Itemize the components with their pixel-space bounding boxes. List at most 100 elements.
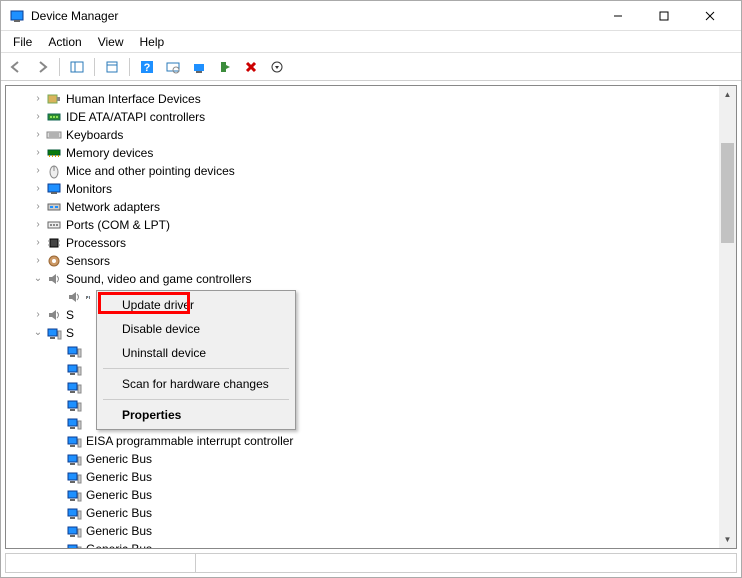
ide-icon [46,109,62,125]
sys-icon [66,397,82,413]
tree-node[interactable]: ›Mice and other pointing devices [6,162,719,180]
ctx-uninstall-device[interactable]: Uninstall device [99,341,293,365]
snd-icon [46,307,62,323]
tree-node[interactable]: › Keyboards [6,126,719,144]
ctx-separator [103,368,289,369]
tree-node-label [86,296,90,298]
scroll-track[interactable] [719,103,736,531]
maximize-button[interactable] [641,1,687,31]
sys-icon [66,451,82,467]
scroll-up-icon[interactable]: ▲ [719,86,736,103]
tree-node[interactable]: › Network adapters [6,198,719,216]
mem-icon [46,145,62,161]
ctx-disable-device[interactable]: Disable device [99,317,293,341]
menu-action[interactable]: Action [40,33,89,51]
expander-closed-icon[interactable]: › [30,108,46,126]
scroll-down-icon[interactable]: ▼ [719,531,736,548]
tree-node-label: Generic Bus [86,488,152,502]
tree-node-label: Generic Bus [86,524,152,538]
expander-closed-icon[interactable]: › [30,90,46,108]
expander-closed-icon[interactable]: › [30,306,46,324]
svg-text:?: ? [144,62,151,74]
expander-closed-icon[interactable]: › [30,126,46,144]
expander-closed-icon[interactable]: › [30,162,46,180]
tree-node[interactable]: ›Sensors [6,252,719,270]
tree-node-label: Network adapters [66,200,160,214]
tree-node-label: Generic Bus [86,452,152,466]
expander-closed-icon[interactable]: › [30,234,46,252]
show-hide-tree-button[interactable] [66,56,88,78]
sys-icon [66,415,82,431]
tree-node[interactable]: Generic Bus [6,522,719,540]
ctx-scan-hardware[interactable]: Scan for hardware changes [99,372,293,396]
expander-closed-icon[interactable]: › [30,180,46,198]
port-icon [46,217,62,233]
back-button[interactable] [5,56,27,78]
sen-icon [46,253,62,269]
expander-closed-icon[interactable]: › [30,216,46,234]
tree-node-label: S [66,308,74,322]
tree-node[interactable]: Generic Bus [6,540,719,548]
tree-node-label: S [66,326,74,340]
close-button[interactable] [687,1,733,31]
scroll-thumb[interactable] [721,143,734,243]
ctx-separator [103,399,289,400]
kb-icon [46,127,62,143]
properties-button[interactable] [101,56,123,78]
tree-node-label: Memory devices [66,146,153,160]
sys-icon [66,379,82,395]
tree-node[interactable]: Generic Bus [6,450,719,468]
tree-node-label: Ports (COM & LPT) [66,218,170,232]
uninstall-button[interactable] [240,56,262,78]
sys-icon [46,325,62,341]
app-icon [9,8,25,24]
tree-node-label: Keyboards [66,128,123,142]
expander-closed-icon[interactable]: › [30,198,46,216]
mon-icon [46,181,62,197]
menu-view[interactable]: View [90,33,132,51]
expander-closed-icon[interactable]: › [30,144,46,162]
forward-button[interactable] [31,56,53,78]
hid-icon [46,91,62,107]
sys-icon [66,343,82,359]
update-driver-button[interactable] [188,56,210,78]
tree-node[interactable]: ⌄Sound, video and game controllers [6,270,719,288]
tree-node[interactable]: Generic Bus [6,486,719,504]
sys-icon [66,361,82,377]
tree-node[interactable]: EISA programmable interrupt controller [6,432,719,450]
tree-node[interactable]: ›IDE ATA/ATAPI controllers [6,108,719,126]
help-button[interactable]: ? [136,56,158,78]
mouse-icon [46,163,62,179]
tree-node-label: EISA programmable interrupt controller [86,434,293,448]
snd-icon [66,289,82,305]
tree-node[interactable]: › Memory devices [6,144,719,162]
vertical-scrollbar[interactable]: ▲ ▼ [719,86,736,548]
tree-node[interactable]: › Human Interface Devices [6,90,719,108]
tree-node[interactable]: › Processors [6,234,719,252]
expander-open-icon[interactable]: ⌄ [30,270,46,288]
tree-node-label: Human Interface Devices [66,92,201,106]
context-menu: Update driver Disable device Uninstall d… [96,290,296,430]
tree-node-label: Processors [66,236,126,250]
ctx-update-driver[interactable]: Update driver [99,293,293,317]
ctx-properties[interactable]: Properties [99,403,293,427]
minimize-button[interactable] [595,1,641,31]
tree-node-label: Generic Bus [86,506,152,520]
enable-device-button[interactable] [214,56,236,78]
menu-help[interactable]: Help [132,33,173,51]
tree-node[interactable]: › Ports (COM & LPT) [6,216,719,234]
menu-file[interactable]: File [5,33,40,51]
tree-node[interactable]: Generic Bus [6,468,719,486]
sys-icon [66,523,82,539]
expander-open-icon[interactable]: ⌄ [30,324,46,342]
sys-icon [66,433,82,449]
expander-closed-icon[interactable]: › [30,252,46,270]
status-bar [5,553,737,573]
dropdown-button[interactable] [266,56,288,78]
tree-node[interactable]: Generic Bus [6,504,719,522]
sys-icon [66,469,82,485]
tree-node[interactable]: ›Monitors [6,180,719,198]
scan-hardware-button[interactable] [162,56,184,78]
sys-icon [66,505,82,521]
cpu-icon [46,235,62,251]
